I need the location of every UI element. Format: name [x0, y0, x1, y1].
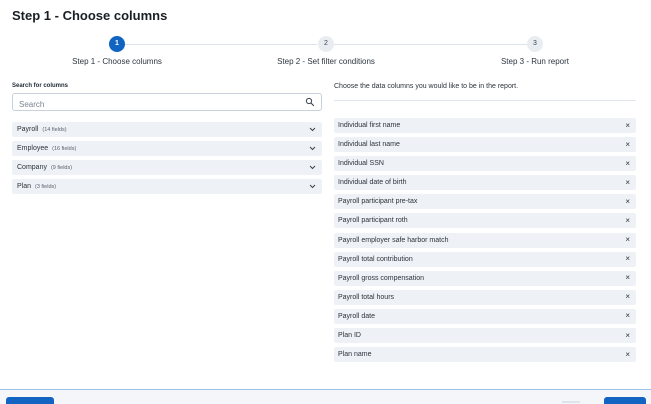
selected-column: Individual first name × — [334, 118, 636, 133]
step-2-number: 2 — [318, 36, 334, 52]
next-button[interactable] — [604, 397, 646, 404]
divider — [334, 100, 636, 101]
group-field-count: (16 fields) — [52, 145, 77, 152]
selected-column-label: Payroll gross compensation — [338, 274, 424, 282]
close-icon[interactable]: × — [625, 350, 630, 359]
selected-column-label: Plan ID — [338, 332, 361, 340]
close-icon[interactable]: × — [625, 312, 630, 320]
selected-column: Individual date of birth × — [334, 175, 636, 191]
column-groups: Payroll (14 fields) Employee (16 fields)… — [12, 122, 322, 198]
chevron-down-icon — [309, 146, 316, 151]
step-2-label: Step 2 - Set filter conditions — [277, 57, 375, 66]
selected-column: Payroll total hours × — [334, 289, 636, 305]
selected-column-label: Payroll total hours — [338, 293, 395, 301]
stepper: 1 Step 1 - Choose columns 2 Step 2 - Set… — [0, 36, 651, 76]
close-icon[interactable]: × — [625, 121, 630, 130]
search-input[interactable] — [13, 96, 293, 113]
footer-link[interactable] — [562, 401, 580, 403]
selected-column-label: Individual SSN — [338, 160, 384, 168]
search-box — [12, 93, 322, 113]
step-3-label: Step 3 - Run report — [500, 57, 570, 66]
group-field-count: (3 fields) — [35, 183, 57, 190]
selected-column: Payroll gross compensation × — [334, 270, 636, 286]
step-1-number: 1 — [109, 36, 125, 52]
selected-column: Plan name × — [334, 347, 636, 363]
close-icon[interactable]: × — [625, 236, 630, 244]
group-field-count: (9 fields) — [50, 164, 73, 171]
group-company[interactable]: Company (9 fields) — [12, 160, 322, 175]
step-3[interactable]: 3 Step 3 - Run report — [435, 36, 635, 66]
selected-column: Plan ID × — [334, 328, 636, 344]
group-payroll[interactable]: Payroll (14 fields) — [12, 122, 322, 137]
group-employee[interactable]: Employee (16 fields) — [12, 141, 322, 156]
selection-instructions: Choose the data columns you would like t… — [334, 83, 519, 90]
selected-column-label: Payroll total contribution — [338, 255, 413, 263]
group-name: Payroll — [17, 126, 39, 133]
step-1-label: Step 1 - Choose columns — [72, 57, 162, 66]
group-name: Company — [17, 164, 47, 171]
group-plan[interactable]: Plan (3 fields) — [12, 179, 322, 194]
page-title: Step 1 - Choose columns — [12, 8, 168, 23]
selected-column-label: Payroll employer safe harbor match — [338, 236, 449, 244]
selected-column-label: Plan name — [338, 351, 372, 359]
selected-column: Individual last name × — [334, 137, 636, 153]
selected-column-label: Individual date of birth — [338, 179, 407, 187]
selected-column: Payroll date × — [334, 308, 636, 324]
close-icon[interactable]: × — [625, 255, 630, 263]
step-2[interactable]: 2 Step 2 - Set filter conditions — [226, 36, 426, 66]
close-icon[interactable]: × — [625, 293, 630, 301]
search-icon[interactable] — [305, 97, 315, 107]
search-label: Search for columns — [12, 83, 69, 89]
close-icon[interactable]: × — [625, 331, 630, 340]
selected-columns: Individual first name × Individual last n… — [334, 118, 636, 366]
selected-column: Payroll total contribution × — [334, 251, 636, 267]
step-1[interactable]: 1 Step 1 - Choose columns — [17, 36, 217, 66]
close-icon[interactable]: × — [625, 159, 630, 168]
chevron-down-icon — [309, 127, 316, 132]
back-button[interactable] — [6, 397, 54, 404]
close-icon[interactable]: × — [625, 197, 630, 206]
footer-bar — [0, 389, 651, 404]
selected-column: Payroll employer safe harbor match × — [334, 232, 636, 248]
group-field-count: (14 fields) — [42, 126, 67, 133]
group-name: Employee — [17, 145, 49, 152]
close-icon[interactable]: × — [625, 140, 630, 149]
selected-column-label: Payroll participant roth — [338, 217, 408, 225]
close-icon[interactable]: × — [625, 274, 630, 282]
selected-column-label: Payroll participant pre-tax — [338, 198, 418, 206]
chevron-down-icon — [309, 165, 316, 170]
selected-column-label: Individual last name — [338, 141, 400, 149]
selected-column: Individual SSN × — [334, 156, 636, 172]
selected-column: Payroll participant pre-tax × — [334, 194, 636, 210]
chevron-down-icon — [309, 184, 316, 189]
selected-column-label: Payroll date — [338, 312, 375, 320]
selected-column-label: Individual first name — [338, 122, 401, 129]
close-icon[interactable]: × — [625, 178, 630, 187]
group-name: Plan — [17, 183, 32, 190]
close-icon[interactable]: × — [625, 216, 630, 225]
step-3-number: 3 — [527, 36, 543, 52]
selected-column: Payroll participant roth × — [334, 213, 636, 229]
